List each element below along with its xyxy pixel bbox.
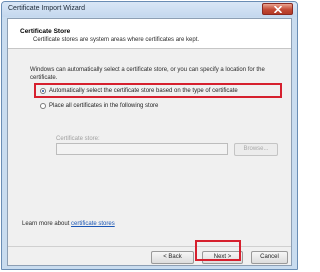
wizard-header: Certificate Store Certificate stores are… (8, 19, 291, 49)
certificate-stores-link[interactable]: certificate stores (71, 221, 115, 227)
certificate-store-field[interactable] (56, 143, 228, 155)
place-in-store-radio[interactable] (40, 102, 46, 109)
window-title: Certificate Import Wizard (8, 5, 86, 12)
intro-text: Windows can automatically select a certi… (30, 67, 265, 81)
title-bar[interactable]: Certificate Import Wizard (2, 2, 297, 17)
learn-more: Learn more about certificate stores (22, 221, 115, 227)
footer-divider (8, 246, 291, 247)
certificate-store-label: Certificate store: (56, 136, 100, 142)
back-button[interactable]: < Back (151, 251, 194, 264)
browse-button[interactable]: Browse... (234, 143, 278, 156)
wizard-content: Certificate Store Certificate stores are… (7, 18, 292, 266)
close-button[interactable] (262, 3, 293, 15)
place-in-store-option[interactable]: Place all certificates in the following … (40, 101, 158, 110)
auto-select-label[interactable]: Automatically select the certificate sto… (49, 88, 238, 94)
next-button-highlight (195, 240, 241, 261)
cancel-button[interactable]: Cancel (251, 251, 288, 264)
auto-select-radio[interactable] (40, 87, 46, 94)
close-x-icon (274, 6, 282, 13)
wizard-window: Certificate Import Wizard Certificate St… (1, 1, 298, 270)
place-in-store-label[interactable]: Place all certificates in the following … (49, 103, 158, 109)
learn-more-prefix: Learn more about (22, 221, 72, 227)
page-title: Certificate Store (20, 28, 71, 35)
page-description: Certificate stores are system areas wher… (33, 37, 200, 43)
auto-select-option[interactable]: Automatically select the certificate sto… (40, 86, 238, 95)
